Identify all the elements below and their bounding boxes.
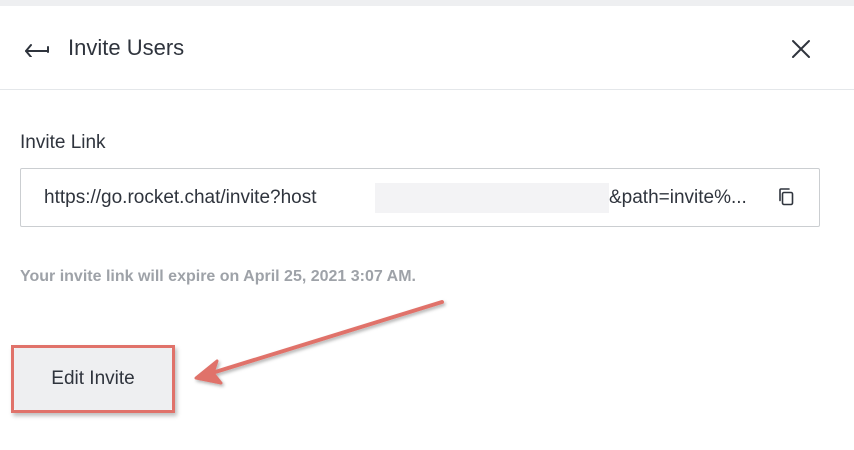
close-icon[interactable] [790,38,812,60]
invite-link-value-start: https://go.rocket.chat/invite?host [44,187,317,208]
back-arrow-icon[interactable] [24,39,50,57]
invite-link-field[interactable]: https://go.rocket.chat/invite?host &path… [20,168,820,227]
panel-title: Invite Users [68,35,185,60]
expiry-notice: Your invite link will expire on April 25… [20,268,416,285]
edit-invite-button[interactable]: Edit Invite [14,348,172,410]
copy-icon[interactable] [777,187,795,207]
panel-header: Invite Users [0,6,854,90]
invite-link-value-end: &path=invite%... [609,187,747,208]
redacted-host [375,183,609,213]
invite-link-label: Invite Link [20,132,106,153]
